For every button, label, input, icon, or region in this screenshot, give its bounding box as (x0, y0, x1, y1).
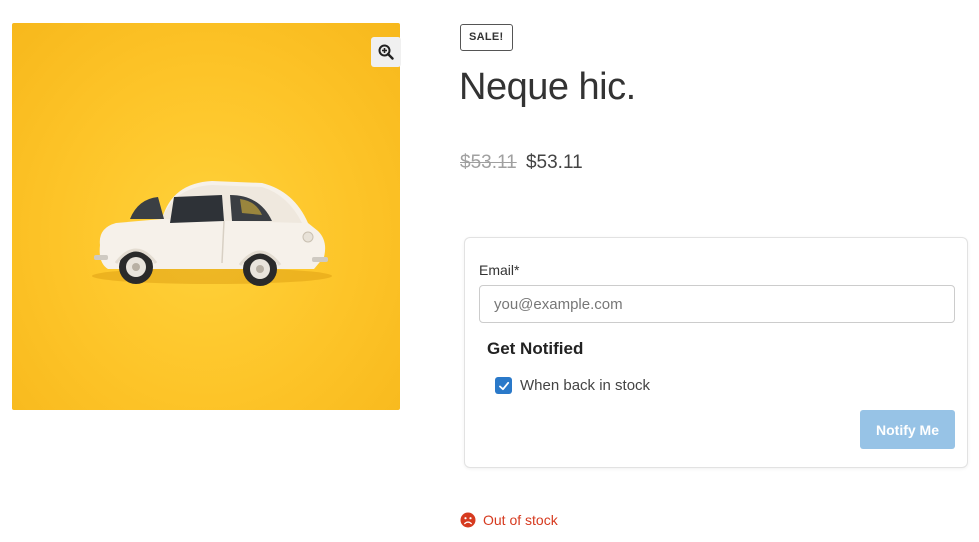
notify-me-button[interactable]: Notify Me (860, 410, 955, 449)
original-price: $53.11 (460, 152, 517, 173)
stock-status-text: Out of stock (483, 512, 558, 528)
product-title: Neque hic. (459, 66, 636, 108)
zoom-button[interactable] (371, 37, 401, 67)
sad-face-icon (460, 512, 476, 528)
back-in-stock-checkbox[interactable] (495, 377, 512, 394)
notify-form-card: Email* Get Notified When back in stock N… (464, 237, 968, 468)
car-illustration (92, 181, 332, 286)
sale-badge: SALE! (460, 24, 513, 51)
zoom-in-icon (378, 44, 394, 60)
back-in-stock-option[interactable]: When back in stock (495, 377, 650, 394)
email-label: Email* (479, 262, 520, 278)
sale-price: $53.11 (525, 152, 583, 173)
product-image[interactable] (12, 23, 400, 410)
notify-heading: Get Notified (487, 339, 584, 358)
stock-status: Out of stock (460, 512, 558, 528)
checkmark-icon (498, 381, 509, 390)
product-price: $53.11 $53.11 (460, 152, 583, 174)
email-field[interactable] (479, 285, 955, 323)
back-in-stock-label: When back in stock (520, 377, 651, 394)
